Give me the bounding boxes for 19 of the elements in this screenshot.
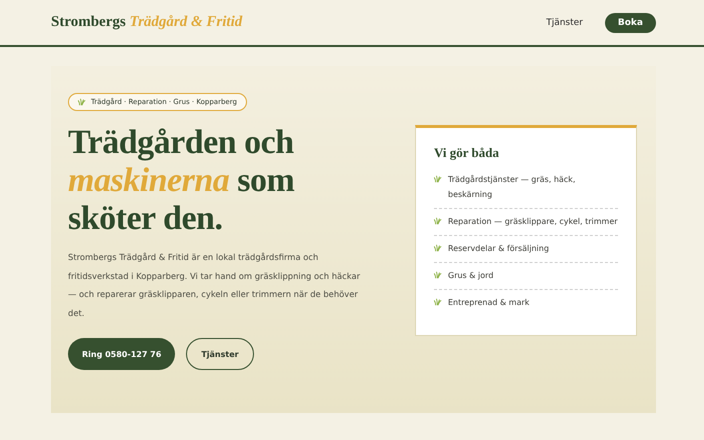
call-button[interactable]: Ring 0580-127 76: [68, 338, 176, 370]
service-item: Reparation — gräsklippare, cykel, trimmer: [448, 216, 618, 228]
service-item: Trädgårdstjänster — gräs, häck, beskärning: [448, 174, 576, 201]
service-item: Grus & jord: [448, 270, 494, 282]
logo[interactable]: Strombergs Trädgård & Fritid: [51, 14, 242, 31]
card-title: Vi gör båda: [434, 145, 500, 161]
nav-link[interactable]: Tjänster: [546, 18, 583, 28]
grass-icon: [434, 298, 442, 306]
intro-paragraph: Strombergs Trädgård & Fritid är en lokal trädgårdsfirma och fritidsverkstad i Kopparberg. Vi tar hand om gräsklippning och häckar — och reparerar gräsklipparen, cykeln eller trimmern när de behöver det.: [68, 251, 362, 320]
services-button[interactable]: Tjänster: [186, 338, 254, 370]
book-button[interactable]: Boka: [604, 12, 656, 32]
grass-icon: [434, 217, 442, 225]
grass-icon: [434, 271, 442, 279]
grass-icon: [434, 244, 442, 252]
service-item: Reservdelar & försäljning: [448, 243, 549, 255]
hero-heading: Trädgården och maskinerna som sköter den.: [68, 124, 296, 238]
grass-icon: [434, 175, 442, 183]
grass-icon: [78, 98, 86, 106]
service-item: Entreprenad & mark: [448, 297, 530, 309]
